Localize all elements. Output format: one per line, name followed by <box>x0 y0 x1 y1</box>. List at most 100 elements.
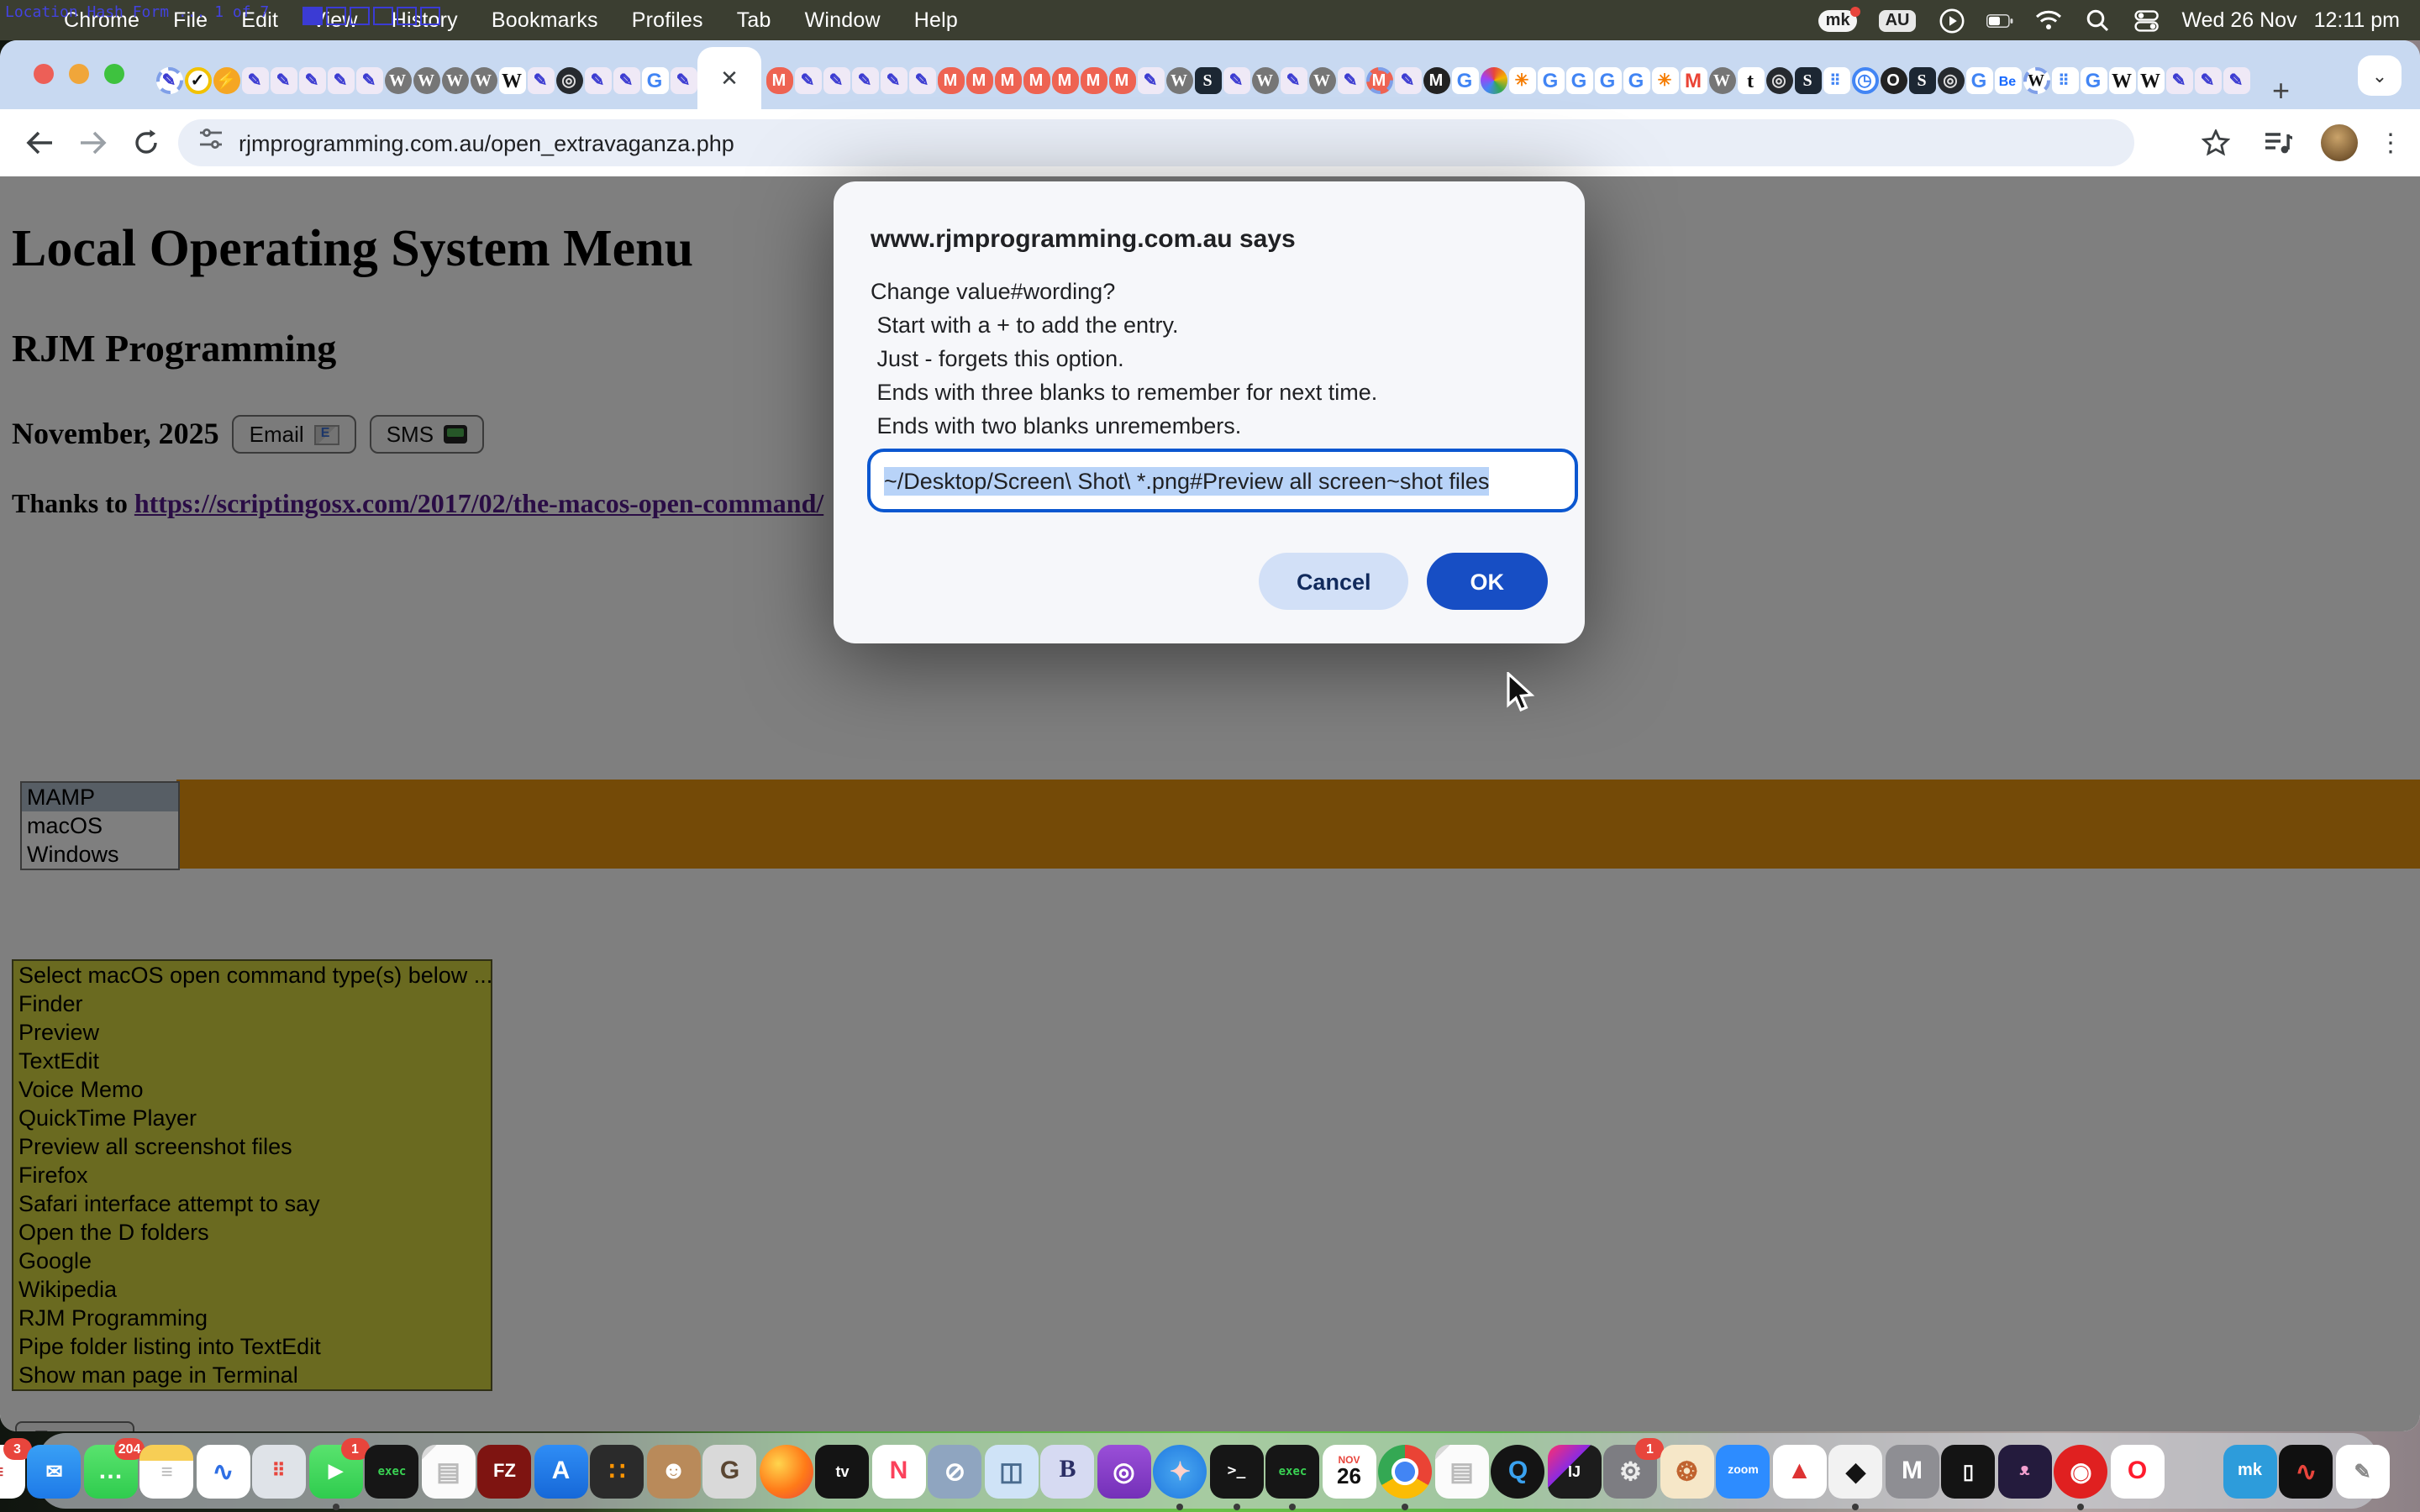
browser-tab[interactable]: ✎ <box>793 52 822 109</box>
dock-item[interactable]: NOV 26 <box>1323 1444 1376 1498</box>
dock-item[interactable]: ≡ 3 <box>0 1444 25 1498</box>
dock-item[interactable] <box>2392 1444 2420 1498</box>
dock-item[interactable]: >_ <box>1210 1444 1264 1498</box>
browser-tab[interactable]: W <box>497 52 526 109</box>
browser-tab[interactable]: ✎ <box>850 52 879 109</box>
browser-tab[interactable]: ◷ <box>1850 52 1879 109</box>
input-source-indicator[interactable]: AU <box>1879 9 1917 31</box>
browser-tab[interactable]: W <box>469 52 497 109</box>
dock-item[interactable]: ∷ <box>591 1444 644 1498</box>
browser-tab[interactable]: ✳ <box>1507 52 1536 109</box>
dock-item[interactable]: ⊘ <box>929 1444 982 1498</box>
browser-tab[interactable]: M <box>1022 52 1050 109</box>
browser-tab[interactable]: ⠿ <box>1822 52 1850 109</box>
dock-item[interactable]: ▶ 1 <box>309 1444 363 1498</box>
dock-item[interactable]: ⚙ 1 <box>1604 1444 1658 1498</box>
dock-item[interactable]: ✦ <box>1154 1444 1207 1498</box>
dock-item[interactable]: exec <box>1266 1444 1320 1498</box>
browser-tab[interactable]: M <box>765 52 793 109</box>
browser-tab[interactable]: ◎ <box>555 52 583 109</box>
active-tab[interactable]: ✕ <box>697 47 761 109</box>
dock-item[interactable]: ◉ <box>2054 1444 2108 1498</box>
new-tab-button[interactable]: + <box>2265 74 2296 109</box>
browser-tab[interactable]: W <box>383 52 412 109</box>
browser-tab[interactable]: S <box>1793 52 1822 109</box>
browser-tab[interactable]: ✎ <box>669 52 697 109</box>
control-center-icon[interactable] <box>2133 7 2160 34</box>
browser-tab[interactable]: G <box>1593 52 1622 109</box>
browser-tab[interactable]: ✎ <box>1336 52 1365 109</box>
dock-item[interactable]: ✉ <box>28 1444 82 1498</box>
dock-item[interactable]: ▤ <box>422 1444 476 1498</box>
browser-tab[interactable]: S <box>1907 52 1936 109</box>
site-settings-icon[interactable] <box>198 126 224 160</box>
browser-tab[interactable]: M <box>1679 52 1707 109</box>
browser-tab[interactable]: W <box>2107 52 2136 109</box>
minimize-window-button[interactable] <box>69 64 89 84</box>
browser-tab[interactable]: ✎ <box>355 52 383 109</box>
browser-tab[interactable]: ✎ <box>879 52 908 109</box>
browser-tab[interactable]: ✎ <box>526 52 555 109</box>
browser-tab[interactable]: ✎ <box>326 52 355 109</box>
browser-tab[interactable]: ✎ <box>269 52 297 109</box>
spotlight-search-icon[interactable] <box>2084 7 2111 34</box>
browser-tab[interactable]: ✳ <box>1650 52 1679 109</box>
dock-item[interactable]: ◎ <box>1097 1444 1151 1498</box>
browser-tab[interactable]: G <box>1565 52 1593 109</box>
browser-tab[interactable]: ✎ <box>908 52 936 109</box>
dock-item[interactable]: ▯ <box>1942 1444 1996 1498</box>
browser-tab[interactable]: M <box>1365 52 1393 109</box>
close-tab-icon[interactable]: ✕ <box>720 65 739 92</box>
fullscreen-window-button[interactable] <box>104 64 124 84</box>
tab-search-button[interactable]: ⌄ <box>2358 55 2402 96</box>
dock-item[interactable]: ⠿ <box>253 1444 307 1498</box>
browser-tab[interactable]: G <box>2079 52 2107 109</box>
browser-tab[interactable]: ✎ <box>2193 52 2222 109</box>
menu-item[interactable]: Window <box>788 8 897 32</box>
browser-tab[interactable]: ✎ <box>297 52 326 109</box>
dialog-input[interactable]: ~/Desktop/Screen\ Shot\ *.png#Preview al… <box>867 449 1578 512</box>
browser-tab[interactable]: ✎ <box>2165 52 2193 109</box>
bookmark-star-icon[interactable] <box>2193 121 2237 165</box>
profile-avatar[interactable] <box>2321 124 2358 161</box>
browser-tab[interactable]: Be <box>1993 52 2022 109</box>
browser-tab[interactable]: ◎ <box>1936 52 1965 109</box>
browser-tab[interactable]: M <box>1050 52 1079 109</box>
browser-tab[interactable]: M <box>1107 52 1136 109</box>
browser-tab[interactable]: O <box>1879 52 1907 109</box>
browser-tab[interactable]: M <box>936 52 965 109</box>
browser-tab[interactable]: M <box>965 52 993 109</box>
mk-status-icon[interactable]: mk <box>1819 9 1857 31</box>
browser-tab[interactable]: ✎ <box>583 52 612 109</box>
dock-item[interactable]: mk <box>2223 1444 2277 1498</box>
browser-tab[interactable]: ✎ <box>1393 52 1422 109</box>
browser-tab[interactable]: G <box>1622 52 1650 109</box>
dock-item[interactable]: tv <box>816 1444 870 1498</box>
menu-item[interactable]: Help <box>897 8 975 32</box>
forward-button[interactable] <box>71 121 114 165</box>
media-controls-icon[interactable] <box>2257 121 2301 165</box>
browser-tab[interactable]: ✎ <box>2222 52 2250 109</box>
reload-button[interactable] <box>124 121 168 165</box>
dock-item[interactable]: M <box>1886 1444 1939 1498</box>
dock-item[interactable] <box>2167 1444 2221 1498</box>
browser-tab[interactable]: W <box>1250 52 1279 109</box>
back-button[interactable] <box>17 121 60 165</box>
address-bar[interactable]: rjmprogramming.com.au/open_extravaganza.… <box>178 119 2134 166</box>
browser-tab[interactable]: W <box>1707 52 1736 109</box>
browser-tab[interactable]: W <box>1165 52 1193 109</box>
browser-tab[interactable] <box>1479 52 1507 109</box>
browser-tab[interactable]: W <box>1307 52 1336 109</box>
chrome-menu-icon[interactable]: ⋮ <box>2378 128 2403 158</box>
browser-tab[interactable]: G <box>1450 52 1479 109</box>
dock-item[interactable]: ∿ <box>197 1444 250 1498</box>
dock-item[interactable]: IJ <box>1548 1444 1602 1498</box>
now-playing-icon[interactable] <box>1938 7 1965 34</box>
browser-tab[interactable]: W <box>2022 52 2050 109</box>
dock-item[interactable]: G <box>703 1444 757 1498</box>
browser-tab[interactable]: ✎ <box>1222 52 1250 109</box>
dock-item[interactable]: ▤ <box>1435 1444 1489 1498</box>
browser-tab[interactable]: ✎ <box>1279 52 1307 109</box>
dock-item[interactable]: ❂ <box>1660 1444 1714 1498</box>
browser-tab[interactable]: ✓ <box>183 52 212 109</box>
